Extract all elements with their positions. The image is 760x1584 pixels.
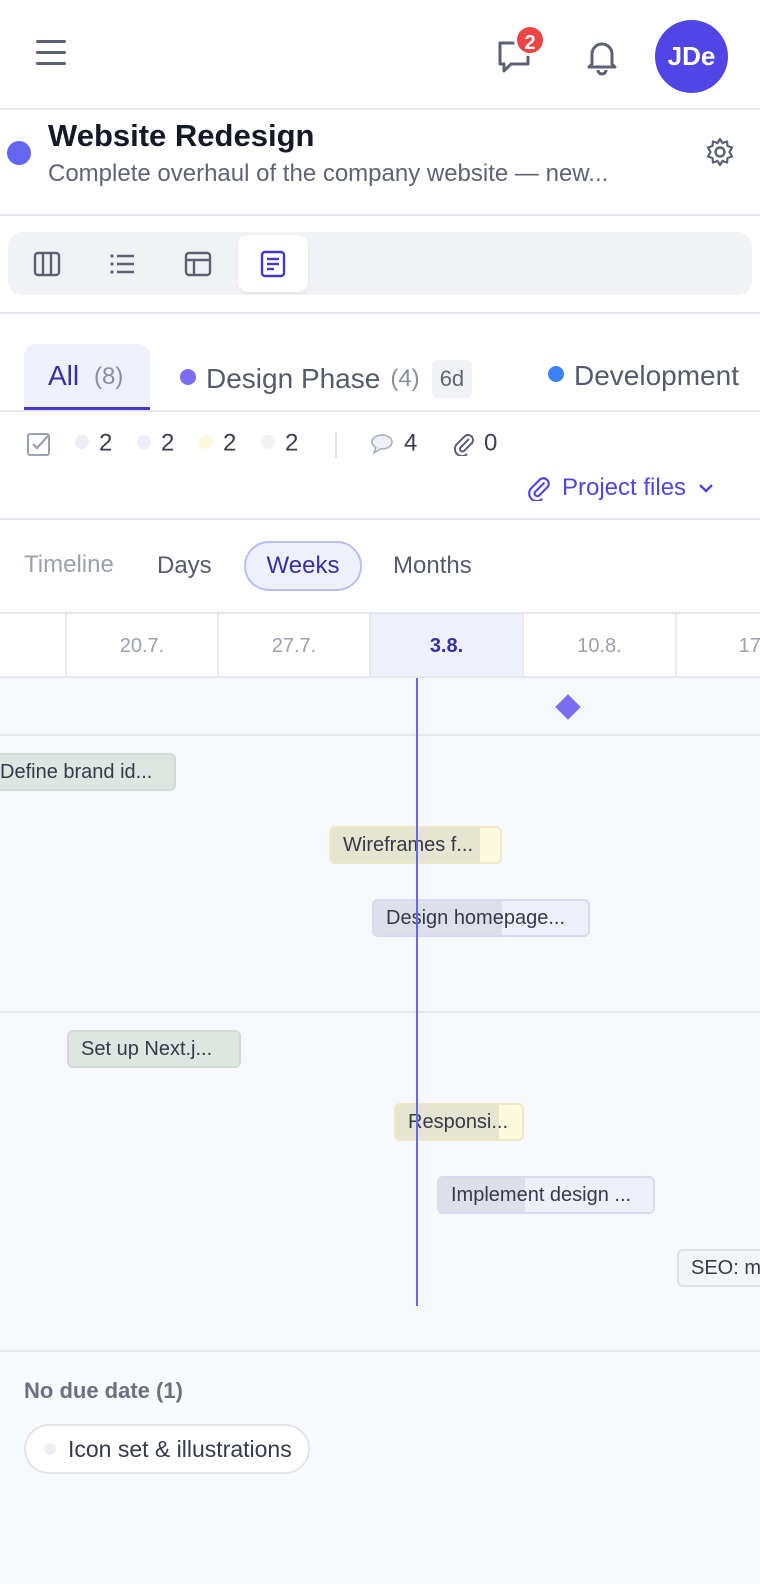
- week-cell-current: 3.8.: [371, 614, 524, 676]
- paperclip-icon: [528, 477, 550, 501]
- stats-divider: [335, 432, 337, 458]
- top-bar: 2 JDe: [0, 0, 760, 110]
- phase-color-dot: [180, 369, 196, 385]
- tab-label: Development: [574, 360, 739, 391]
- timeline-body: Define brand id... Wireframes f... Desig…: [0, 678, 760, 1350]
- project-title: Website Redesign: [48, 118, 315, 153]
- no-due-date-title: No due date (1): [24, 1378, 183, 1403]
- week-cell: 17.: [677, 614, 760, 676]
- today-marker: [416, 678, 418, 1306]
- timeline-doc-icon[interactable]: [238, 235, 308, 292]
- tab-count: (4): [390, 365, 420, 392]
- status-count: 2: [137, 429, 174, 459]
- task-bar[interactable]: Responsi...: [394, 1103, 524, 1141]
- zoom-weeks-button[interactable]: Weeks: [244, 541, 362, 591]
- task-bar[interactable]: Set up Next.j...: [67, 1030, 241, 1068]
- user-avatar[interactable]: JDe: [655, 20, 728, 93]
- task-bar[interactable]: SEO: m: [677, 1249, 760, 1287]
- project-color-dot: [7, 141, 31, 165]
- tab-design-phase[interactable]: Design Phase (4) 6d: [180, 360, 473, 400]
- unscheduled-task-label: Icon set & illustrations: [68, 1435, 292, 1462]
- comments-count-value: 4: [404, 429, 418, 457]
- zoom-days-button[interactable]: Days: [157, 541, 212, 591]
- table-icon[interactable]: [163, 235, 233, 292]
- task-bar[interactable]: Implement design ...: [437, 1176, 655, 1214]
- tab-all-label: All: [48, 360, 80, 391]
- phase-duration-badge: 6d: [431, 360, 473, 398]
- timeline-label: Timeline: [24, 551, 114, 578]
- tab-development[interactable]: Development: [548, 360, 739, 400]
- list-icon[interactable]: [87, 235, 157, 292]
- bell-icon[interactable]: [582, 36, 622, 76]
- project-description: Complete overhaul of the company website…: [48, 160, 609, 187]
- week-cell: 27.7.: [219, 614, 371, 676]
- status-count: 2: [261, 429, 298, 459]
- phase-color-dot: [548, 366, 564, 382]
- view-switcher-area: [0, 216, 760, 314]
- zoom-controls: Timeline Days Weeks Months: [0, 520, 760, 612]
- week-cell: 10.8.: [524, 614, 677, 676]
- tab-all[interactable]: All (8): [24, 344, 150, 410]
- task-stats: 2 2 2 2 4 0 Project files: [0, 412, 760, 520]
- attachments-count: 0: [452, 429, 497, 459]
- task-bar[interactable]: Define brand id...: [0, 753, 176, 791]
- no-due-date-section: No due date (1) Icon set & illustrations: [0, 1350, 760, 1584]
- task-bar[interactable]: Design homepage...: [372, 899, 590, 937]
- chat-badge: 2: [514, 24, 546, 56]
- checkbox-icon: [26, 431, 52, 461]
- gear-icon[interactable]: [704, 136, 736, 168]
- comments-count: 4: [370, 429, 417, 459]
- project-files-label: Project files: [562, 474, 687, 501]
- tab-label: Design Phase: [206, 363, 381, 394]
- timeline-header: 7. 20.7. 27.7. 3.8. 10.8. 17.: [0, 612, 760, 678]
- phase-tabs: All (8) Design Phase (4) 6d Development: [0, 314, 760, 412]
- tab-all-count: (8): [94, 363, 124, 390]
- row-divider: [0, 734, 760, 736]
- status-count: 2: [75, 429, 112, 459]
- row-divider: [0, 1011, 760, 1013]
- zoom-months-button[interactable]: Months: [393, 541, 472, 591]
- status-dot: [44, 1443, 56, 1455]
- board-columns-icon[interactable]: [12, 235, 82, 292]
- attachments-count-value: 0: [484, 429, 498, 457]
- view-switcher: [8, 232, 752, 295]
- week-cell: 20.7.: [67, 614, 219, 676]
- unscheduled-task-chip[interactable]: Icon set & illustrations: [24, 1424, 310, 1474]
- status-count: 2: [199, 429, 236, 459]
- hamburger-icon[interactable]: [36, 40, 68, 70]
- project-files-button[interactable]: Project files: [526, 471, 716, 505]
- chevron-down-icon: [699, 484, 713, 493]
- week-cell: 7.: [0, 614, 67, 676]
- project-header: Website Redesign Complete overhaul of th…: [0, 110, 760, 216]
- milestone-diamond[interactable]: [555, 694, 581, 720]
